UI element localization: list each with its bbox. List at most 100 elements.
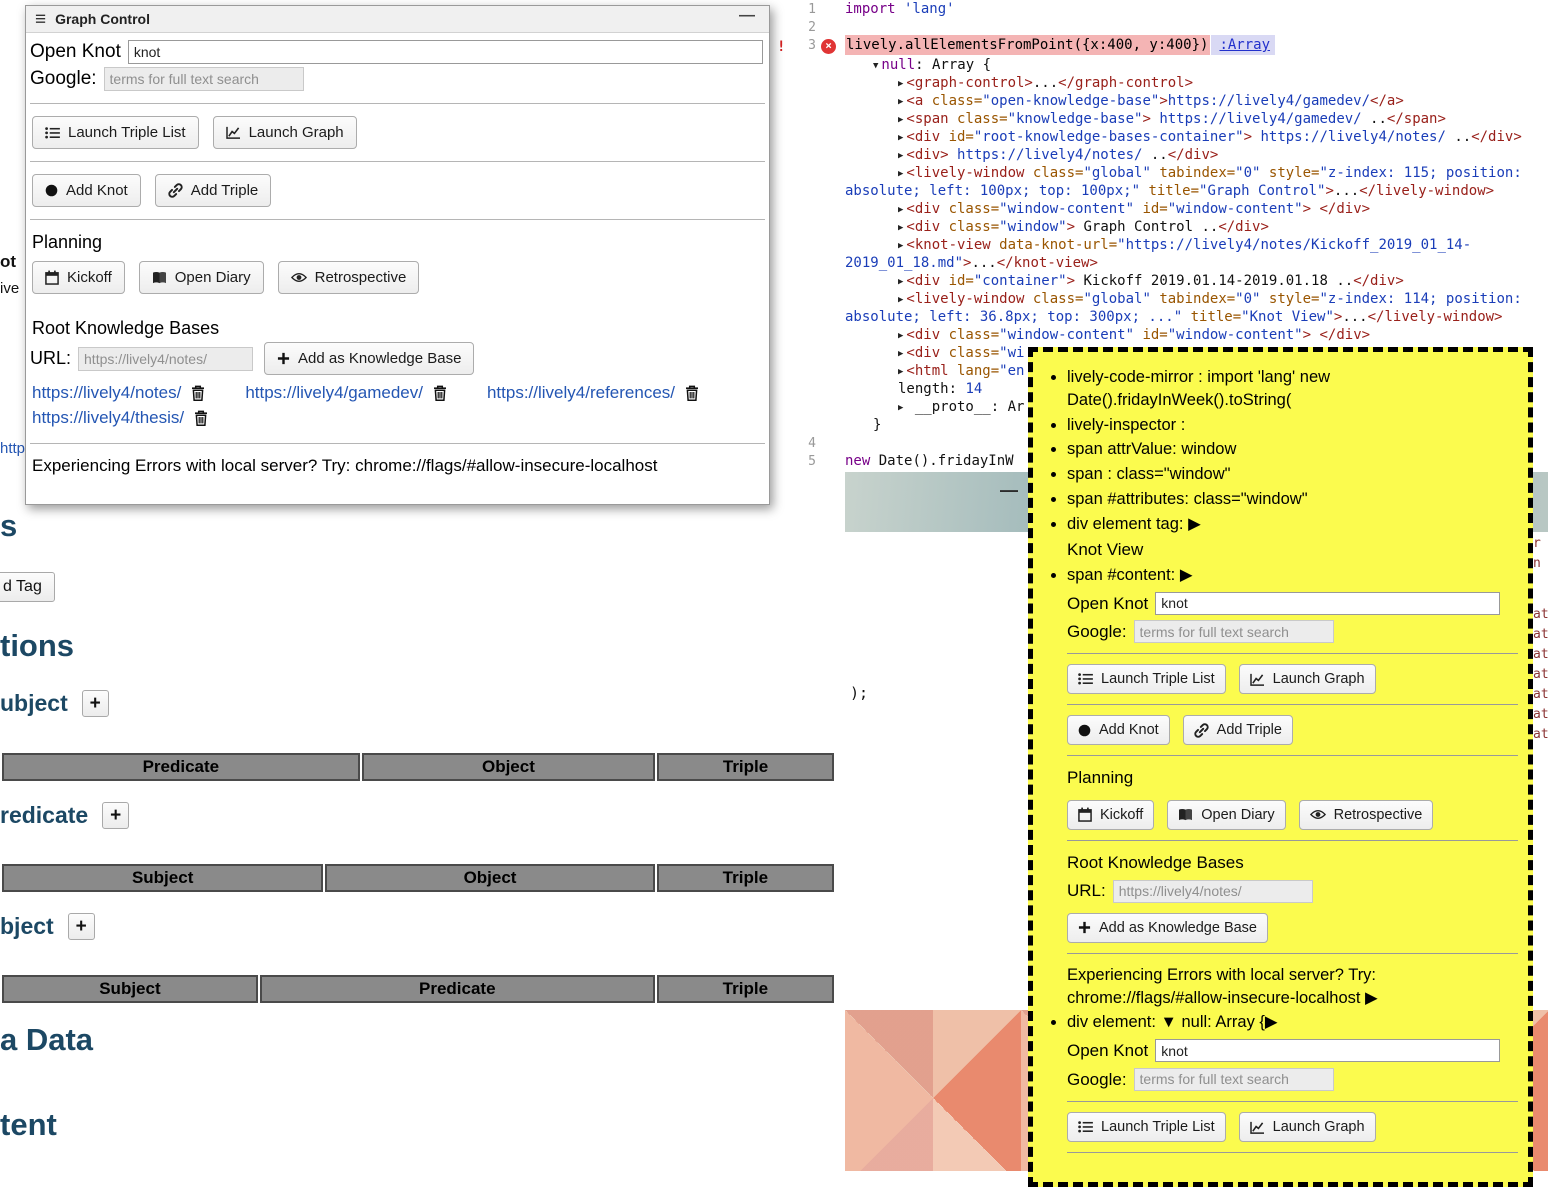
knowledge-base-link[interactable]: https://lively4/gamedev/ [245,381,423,405]
google-search-input[interactable] [104,67,304,91]
predicate-relations-table: Subject Object Triple [0,862,836,894]
expand-arrow-icon[interactable]: ▶ [898,237,903,255]
popup-item-span-content-text[interactable]: span #content: ▶ [1067,564,1518,587]
expand-arrow-icon[interactable]: ▶ [898,345,903,363]
open-diary-button[interactable]: Open Diary [139,261,264,294]
replica-url-input[interactable] [1113,880,1313,903]
trash-icon[interactable] [194,410,208,426]
trash-icon[interactable] [685,385,699,401]
expand-arrow-icon[interactable]: ▶ [898,219,903,237]
inspector-tree-line[interactable]: ▶<div class="window"> Graph Control ..</… [845,218,1522,236]
launch-graph-button[interactable]: Launch Graph [213,116,357,149]
divider [1067,1152,1518,1153]
add-tag-button[interactable]: d Tag [0,572,55,602]
clipped-code-fragment: r [1533,536,1541,551]
replica-retrospective-button[interactable]: Retrospective [1299,800,1434,830]
chart-icon [1250,673,1265,686]
replica-add-triple-button[interactable]: Add Triple [1183,715,1293,745]
expand-arrow-icon[interactable]: ▶ [898,291,903,309]
replica-open-diary-button[interactable]: Open Diary [1167,800,1285,830]
inspector-segment: </div> [1471,129,1522,145]
add-predicate-button[interactable]: + [102,802,129,829]
minimize-button[interactable]: — [739,7,755,25]
expand-arrow-icon[interactable]: ▶ [898,93,903,111]
inspector-tree-line[interactable]: ▶<lively-window class="global" tabindex=… [845,164,1522,182]
expand-arrow-icon[interactable]: ▶ [898,129,903,147]
inspector-tree-line[interactable]: ▶<knot-view data-knot-url="https://livel… [845,236,1522,254]
replica-add-knowledge-base-button[interactable]: Add as Knowledge Base [1067,913,1268,943]
replica-add-knot-button[interactable]: Add Knot [1067,715,1170,745]
expand-arrow-icon[interactable]: ▶ [898,363,903,381]
knowledge-base-link[interactable]: https://lively4/references/ [487,381,675,405]
result-chip[interactable]: :Array [1211,35,1275,55]
window-titlebar[interactable]: ≡ Graph Control — [26,6,769,33]
popup-item-div-element-text[interactable]: div element: ▼ null: Array {▶ [1067,1011,1518,1034]
expand-arrow-icon[interactable]: ▶ [898,111,903,129]
expand-arrow-icon[interactable]: ▶ [898,201,903,219]
inspector-tree-line[interactable]: 2019_01_18.md">...</knot-view> [845,254,1522,272]
inspector-tree-line[interactable]: ▶<div class="window-content" id="window-… [845,326,1522,344]
knowledge-base-item: https://lively4/references/ [487,381,699,405]
inspector-tree-line[interactable]: ▶<div id="root-knowledge-bases-container… [845,128,1522,146]
inspector-segment: <lively-window [906,165,1032,181]
inspector-tree-line[interactable]: ▶<div> https://lively4/notes/ ..</div> [845,146,1522,164]
expand-arrow-icon[interactable]: ▶ [898,147,903,165]
add-object-button[interactable]: + [68,913,95,940]
calendar-icon [1078,807,1092,822]
replica-google-search-input[interactable] [1134,620,1334,643]
inspector-tree-line[interactable]: ▶<lively-window class="global" tabindex=… [845,290,1522,308]
add-knot-button[interactable]: Add Knot [32,174,141,207]
trash-icon[interactable] [191,385,205,401]
url-input[interactable] [78,347,253,371]
object-relations-table: Subject Predicate Triple [0,973,836,1005]
minimize-icon[interactable]: — [1000,480,1018,501]
popup-item-div-tag-text[interactable]: div element tag: ▶ [1067,513,1518,536]
replica-root-knowledge-bases-label: Root Knowledge Bases [1067,851,1518,874]
inspector-tree-line[interactable]: ▶<a class="open-knowledge-base">https://… [845,92,1522,110]
expand-arrow-icon[interactable]: ▶ [898,273,903,291]
add-knowledge-base-button[interactable]: Add as Knowledge Base [264,342,474,375]
divider [1067,1101,1518,1102]
inspector-tree-line[interactable]: ▼null: Array { [845,56,1522,74]
replica2-launch-graph-button[interactable]: Launch Graph [1239,1112,1376,1142]
inspector-segment: title= [1191,309,1242,325]
collapse-arrow-icon[interactable]: ▼ [873,57,878,75]
open-knot-input[interactable] [128,40,763,64]
inspector-segment: <div [906,201,948,217]
replica-launch-graph-button[interactable]: Launch Graph [1239,664,1376,694]
expand-arrow-icon[interactable]: ▶ [898,327,903,345]
graph-control-replica: Open Knot Google: Launch Triple List Lau… [1067,592,1518,1010]
column-header-object: Object [362,753,655,781]
replica2-open-knot-input[interactable] [1155,1039,1500,1062]
predicate-heading: redicate [0,802,88,829]
column-header-predicate: Predicate [260,975,655,1003]
retrospective-button[interactable]: Retrospective [278,261,420,294]
replica2-google-search-input[interactable] [1134,1068,1334,1091]
inspector-tree-line[interactable]: ▶<span class="knowledge-base"> https://l… [845,110,1522,128]
expand-arrow-icon[interactable]: ▶ [898,399,903,417]
inspector-tree-line[interactable]: absolute; left: 100px; top: 100px;" titl… [845,182,1522,200]
launch-triple-list-button[interactable]: Launch Triple List [32,116,199,149]
line-number: 3 [770,38,816,56]
inspector-tree-line[interactable]: absolute; left: 36.8px; top: 300px; ..."… [845,308,1522,326]
inspector-tree-line[interactable]: ▶<graph-control>...</graph-control> [845,74,1522,92]
replica-launch-triple-list-button[interactable]: Launch Triple List [1067,664,1226,694]
knowledge-base-link[interactable]: https://lively4/notes/ [32,381,181,405]
menu-icon[interactable]: ≡ [35,10,46,29]
inspector-segment: Graph Control .. [1075,219,1218,235]
add-triple-button[interactable]: Add Triple [155,174,272,207]
replica-kickoff-button[interactable]: Kickoff [1067,800,1154,830]
add-subject-button[interactable]: + [82,690,109,717]
inspector-tree-line[interactable]: ▶<div class="window-content" id="window-… [845,200,1522,218]
inspector-segment: > [1303,201,1311,217]
column-header-subject: Subject [2,864,323,892]
knowledge-base-link[interactable]: https://lively4/thesis/ [32,406,184,430]
inspector-tree-line[interactable]: ▶<div id="container"> Kickoff 2019.01.14… [845,272,1522,290]
trash-icon[interactable] [433,385,447,401]
expand-arrow-icon[interactable]: ▶ [898,75,903,93]
replica-open-knot-input[interactable] [1155,592,1500,615]
replica2-open-knot-label: Open Knot [1067,1039,1148,1062]
kickoff-button[interactable]: Kickoff [32,261,125,294]
expand-arrow-icon[interactable]: ▶ [898,165,903,183]
replica2-launch-triple-list-button[interactable]: Launch Triple List [1067,1112,1226,1142]
